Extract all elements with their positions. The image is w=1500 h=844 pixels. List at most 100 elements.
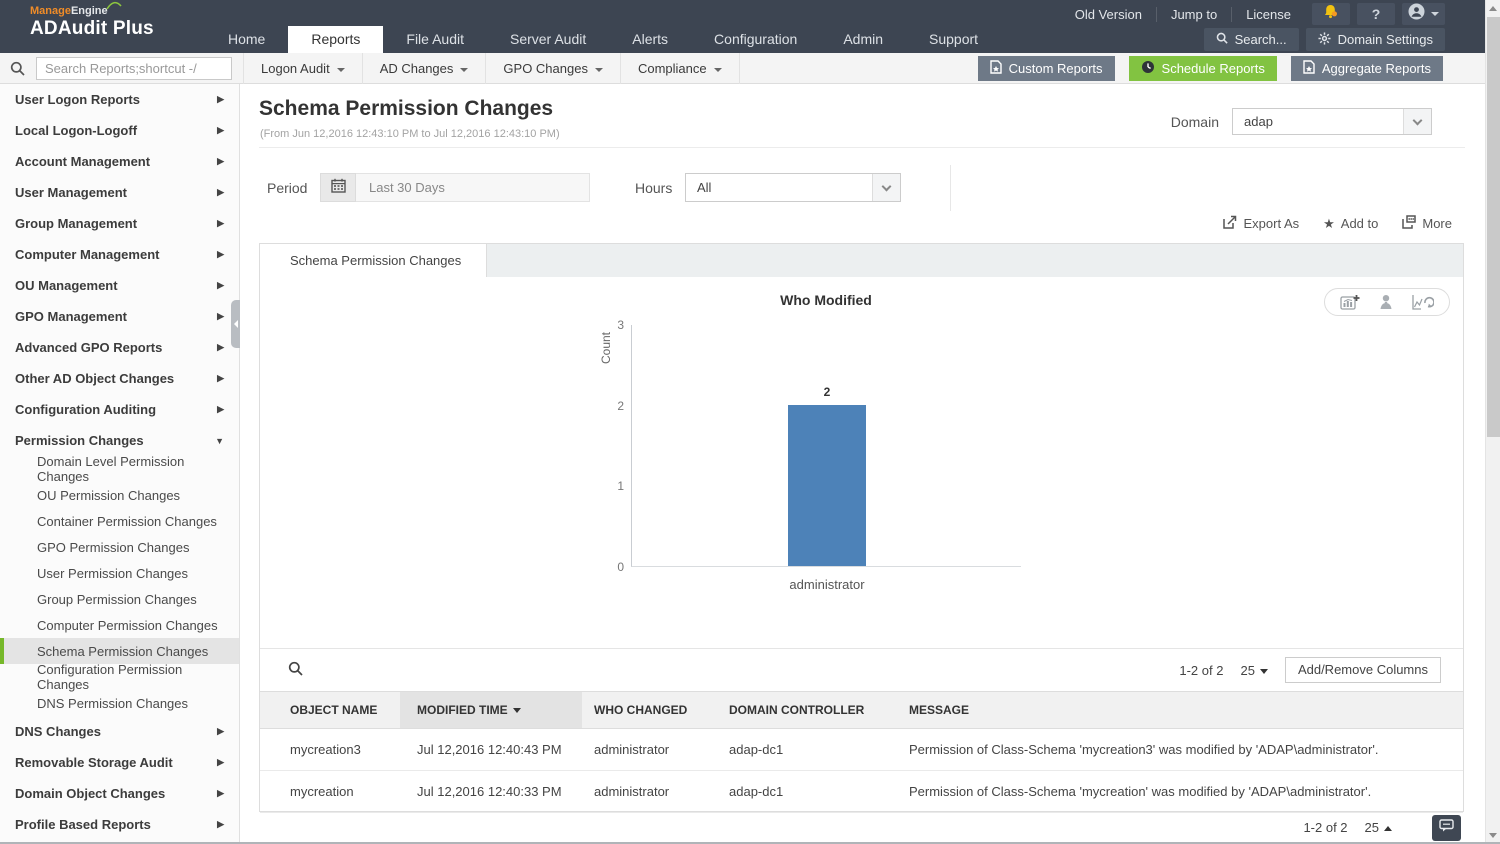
caret-up-icon	[1384, 826, 1392, 832]
period-input[interactable]: Last 30 Days	[356, 173, 590, 202]
menu-ad-changes[interactable]: AD Changes	[363, 53, 487, 84]
notifications-button[interactable]	[1312, 3, 1350, 25]
header-action-buttons: Search... Domain Settings	[1203, 28, 1445, 51]
calendar-button[interactable]	[320, 173, 356, 202]
sidebar-item-gpo-permission-changes[interactable]: GPO Permission Changes	[0, 534, 239, 560]
sidebar-item-account-management[interactable]: Account Management ▶	[0, 146, 239, 177]
more-button[interactable]: More	[1402, 215, 1452, 232]
page-scrollbar[interactable]	[1485, 0, 1500, 844]
table-row[interactable]: mycreation3 Jul 12,2016 12:40:43 PM admi…	[260, 728, 1463, 771]
logo-leaf-icon	[106, 1, 122, 13]
sidebar-item-schema-permission-changes[interactable]: Schema Permission Changes	[0, 638, 239, 664]
sidebar-item-user-management[interactable]: User Management ▶	[0, 177, 239, 208]
nav-tab-admin[interactable]: Admin	[820, 26, 906, 53]
sidebar-item-computer-permission-changes[interactable]: Computer Permission Changes	[0, 612, 239, 638]
sidebar-item-user-logon-reports[interactable]: User Logon Reports ▶	[0, 84, 239, 115]
sidebar-item-profile-based-reports[interactable]: Profile Based Reports ▶	[0, 809, 239, 840]
add-chart-icon[interactable]	[1340, 294, 1360, 310]
column-header-modified-time[interactable]: MODIFIED TIME	[400, 691, 582, 729]
chevron-right-icon: ▶	[217, 280, 224, 290]
domain-select[interactable]: adap	[1232, 108, 1432, 135]
sidebar-item-domain-object-changes[interactable]: Domain Object Changes ▶	[0, 778, 239, 809]
select-dropdown-button[interactable]	[1403, 109, 1431, 134]
aggregate-reports-button[interactable]: Aggregate Reports	[1290, 56, 1443, 81]
report-search-input[interactable]	[36, 57, 232, 80]
refresh-chart-icon[interactable]	[1412, 294, 1434, 310]
add-remove-columns-button[interactable]: Add/Remove Columns	[1284, 657, 1441, 683]
scrollbar-thumb[interactable]	[1487, 17, 1500, 437]
cell-object-name: mycreation	[260, 770, 400, 813]
sidebar-item-container-permission-changes[interactable]: Container Permission Changes	[0, 508, 239, 534]
nav-tab-home[interactable]: Home	[205, 26, 288, 53]
scroll-up-arrow[interactable]	[1486, 0, 1500, 17]
caret-down-icon	[594, 67, 603, 72]
sidebar-collapse-handle[interactable]	[231, 300, 240, 348]
sidebar-item-local-logon-logoff[interactable]: Local Logon-Logoff ▶	[0, 115, 239, 146]
table-row[interactable]: mycreation Jul 12,2016 12:40:33 PM admin…	[260, 770, 1463, 813]
help-button[interactable]: ?	[1357, 3, 1395, 25]
sidebar-item-user-permission-changes[interactable]: User Permission Changes	[0, 560, 239, 586]
add-to-button[interactable]: ★ Add to	[1323, 215, 1378, 232]
page-size-dropdown[interactable]: 25	[1365, 820, 1392, 835]
user-chart-icon[interactable]	[1378, 294, 1394, 310]
sidebar-item-removable-storage-audit[interactable]: Removable Storage Audit ▶	[0, 747, 239, 778]
user-menu-button[interactable]	[1402, 3, 1445, 25]
domain-settings-button[interactable]: Domain Settings	[1305, 28, 1445, 51]
nav-tab-file-audit[interactable]: File Audit	[383, 26, 487, 53]
column-header-who-changed[interactable]: WHO CHANGED	[582, 691, 717, 729]
select-dropdown-button[interactable]	[872, 174, 900, 201]
logo-manage-text: Manage	[30, 5, 71, 17]
sidebar-item-configuration-auditing[interactable]: Configuration Auditing ▶	[0, 394, 239, 425]
nav-tab-support[interactable]: Support	[906, 26, 1001, 53]
sidebar-item-domain-level-permission-changes[interactable]: Domain Level Permission Changes	[0, 454, 239, 484]
menu-compliance[interactable]: Compliance	[621, 53, 740, 84]
tab-schema-permission-changes[interactable]: Schema Permission Changes	[260, 244, 487, 277]
hours-select[interactable]: All	[685, 173, 901, 202]
nav-tab-alerts[interactable]: Alerts	[609, 26, 691, 53]
cell-object-name: mycreation3	[260, 728, 400, 771]
collapse-arrow-icon	[233, 320, 238, 328]
menu-gpo-changes[interactable]: GPO Changes	[486, 53, 621, 84]
global-search-button[interactable]: Search...	[1203, 28, 1299, 51]
chart-bar-administrator[interactable]	[788, 404, 866, 566]
column-header-message[interactable]: MESSAGE	[897, 691, 1463, 729]
chevron-right-icon: ▶	[217, 342, 224, 352]
cell-modified-time: Jul 12,2016 12:40:33 PM	[400, 770, 582, 813]
menu-logon-audit[interactable]: Logon Audit	[243, 53, 363, 84]
nav-tab-server-audit[interactable]: Server Audit	[487, 26, 609, 53]
sidebar-item-computer-management[interactable]: Computer Management ▶	[0, 239, 239, 270]
domain-selected-value: adap	[1244, 114, 1273, 129]
page-size-dropdown[interactable]: 25	[1240, 663, 1268, 678]
chevron-right-icon: ▶	[217, 757, 224, 767]
sidebar-item-group-permission-changes[interactable]: Group Permission Changes	[0, 586, 239, 612]
sidebar-item-dns-permission-changes[interactable]: DNS Permission Changes	[0, 690, 239, 716]
column-header-object-name[interactable]: OBJECT NAME	[260, 691, 400, 729]
nav-tab-reports[interactable]: Reports	[288, 26, 384, 53]
nav-tab-configuration[interactable]: Configuration	[691, 26, 820, 53]
jump-to-link[interactable]: Jump to	[1155, 6, 1231, 22]
sidebar-item-dns-changes[interactable]: DNS Changes ▶	[0, 716, 239, 747]
sidebar-item-ou-permission-changes[interactable]: OU Permission Changes	[0, 482, 239, 508]
chevron-down-icon: ▼	[215, 435, 224, 446]
manageengine-logo[interactable]: ManageEngine ADAudit Plus	[30, 1, 154, 40]
old-version-link[interactable]: Old Version	[1061, 7, 1156, 22]
sidebar-item-configuration-permission-changes[interactable]: Configuration Permission Changes	[0, 662, 239, 692]
cell-who-changed: administrator	[582, 728, 717, 771]
sidebar-item-gpo-management[interactable]: GPO Management ▶	[0, 301, 239, 332]
sidebar-item-other-ad-object-changes[interactable]: Other AD Object Changes ▶	[0, 363, 239, 394]
feedback-chat-button[interactable]	[1432, 815, 1461, 841]
table-search-icon[interactable]	[288, 661, 303, 681]
chevron-down-icon	[1431, 12, 1439, 16]
sidebar-item-group-management[interactable]: Group Management ▶	[0, 208, 239, 239]
column-header-domain-controller[interactable]: DOMAIN CONTROLLER	[717, 691, 897, 729]
sidebar-item-permission-changes[interactable]: Permission Changes ▼	[0, 425, 239, 456]
sidebar-item-ou-management[interactable]: OU Management ▶	[0, 270, 239, 301]
custom-reports-button[interactable]: Custom Reports	[977, 56, 1115, 81]
sidebar-item-advanced-gpo-reports[interactable]: Advanced GPO Reports ▶	[0, 332, 239, 363]
license-link[interactable]: License	[1231, 6, 1305, 22]
chat-bubble-icon	[1439, 819, 1454, 837]
report-search-icon[interactable]	[0, 53, 34, 84]
schedule-reports-button[interactable]: Schedule Reports	[1128, 56, 1277, 81]
export-as-button[interactable]: Export As	[1223, 215, 1299, 232]
divider	[950, 165, 951, 211]
